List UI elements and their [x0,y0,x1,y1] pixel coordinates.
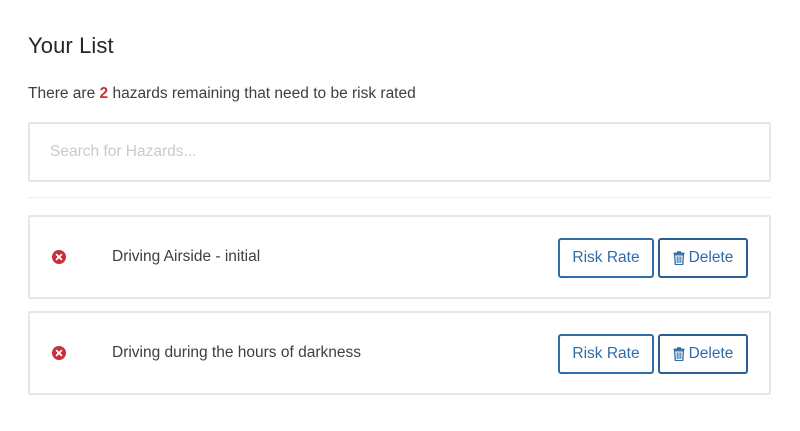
search-input[interactable] [30,124,769,180]
divider [28,197,771,198]
page-title: Your List [28,33,114,58]
error-circle-icon [52,346,66,360]
hazard-name: Driving during the hours of darkness [112,344,361,361]
hazard-row: Driving Airside - initial Risk Rate Dele… [28,215,771,299]
risk-rate-button[interactable]: Risk Rate [558,238,654,278]
delete-button[interactable]: Delete [658,334,748,374]
delete-label: Delete [688,249,734,266]
error-circle-icon [52,250,66,264]
summary-prefix: There are [28,85,100,102]
trash-icon [673,251,685,265]
trash-icon [673,347,685,361]
remaining-count: 2 [99,85,109,102]
summary-suffix: hazards remaining that need to be risk r… [108,85,416,102]
remaining-summary: There are 2 hazards remaining that need … [28,85,416,103]
hazard-name: Driving Airside - initial [112,248,261,265]
risk-rate-button[interactable]: Risk Rate [558,334,654,374]
search-box [28,122,771,182]
delete-label: Delete [688,345,734,362]
delete-button[interactable]: Delete [658,238,748,278]
hazard-list-page: Your List There are 2 hazards remaining … [0,0,800,431]
risk-rate-label: Risk Rate [572,249,640,266]
hazard-row: Driving during the hours of darkness Ris… [28,311,771,395]
risk-rate-label: Risk Rate [572,345,640,362]
